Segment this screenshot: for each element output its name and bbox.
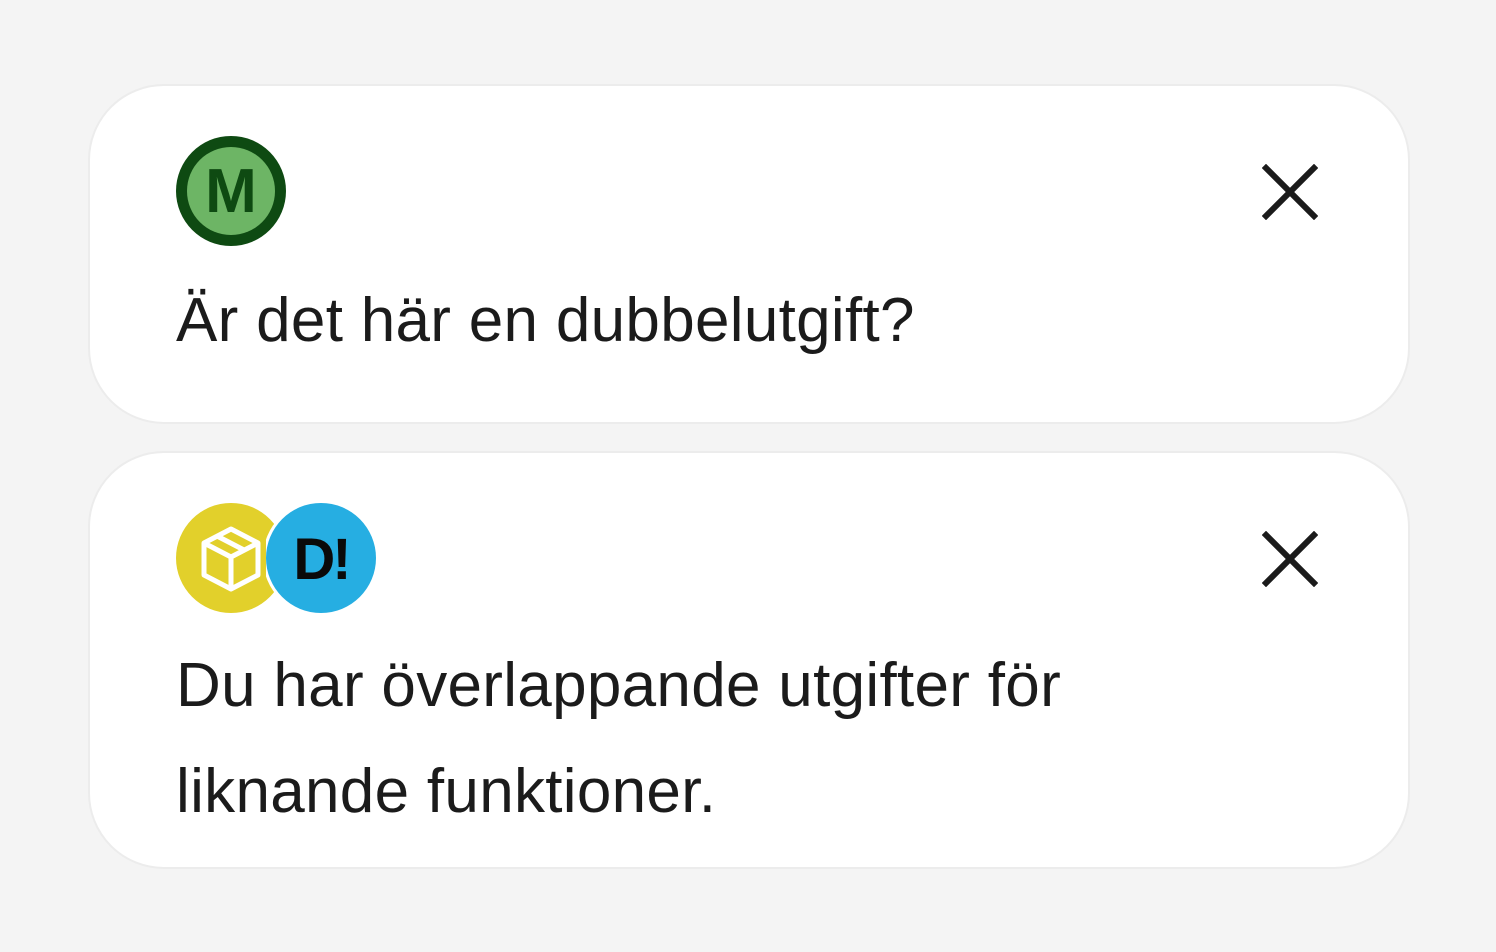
close-icon xyxy=(1262,164,1318,220)
metro-logo-letter: M xyxy=(205,157,257,226)
duplicate-expense-card: M Är det här en dubbelutgift? xyxy=(88,84,1410,424)
app-icons: M xyxy=(176,136,286,246)
close-button[interactable] xyxy=(1260,529,1320,589)
card-message: Är det här en dubbelutgift? xyxy=(176,286,915,355)
app-icons: D! xyxy=(176,503,376,613)
card-message: Du har överlappande utgifter för liknand… xyxy=(176,651,1062,826)
metro-logo-icon: M xyxy=(176,136,286,246)
close-icon xyxy=(1262,531,1318,587)
close-button[interactable] xyxy=(1260,162,1320,222)
di-logo-icon: D! xyxy=(266,503,376,613)
overlapping-expenses-card: D! Du har överlappande utgifter för likn… xyxy=(88,451,1410,869)
di-logo-letters: D! xyxy=(293,527,348,592)
